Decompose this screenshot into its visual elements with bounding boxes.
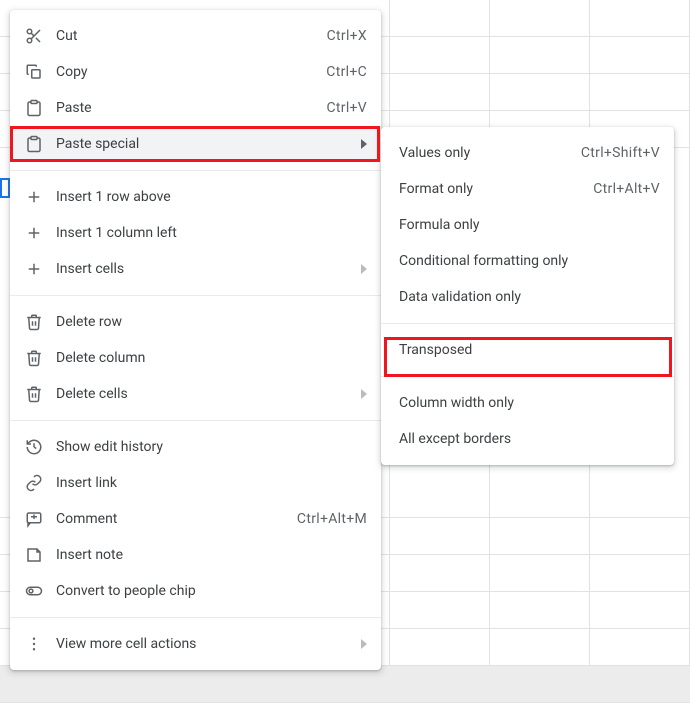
menu-label: Delete row	[56, 314, 367, 330]
history-icon	[24, 437, 44, 457]
submenu-arrow-icon	[361, 139, 367, 149]
menu-label: Insert 1 row above	[56, 189, 367, 205]
menu-label: Insert note	[56, 547, 367, 563]
menu-shortcut: Ctrl+V	[327, 100, 368, 116]
copy-icon	[24, 62, 44, 82]
menu-label: Paste	[56, 100, 327, 116]
menu-label: Insert link	[56, 475, 367, 491]
submenu-item-data-val-only[interactable]: Data validation only	[381, 279, 674, 315]
menu-item-insert-note[interactable]: Insert note	[10, 537, 381, 573]
menu-label: View more cell actions	[56, 636, 361, 652]
submenu-arrow-icon	[361, 639, 367, 649]
submenu-arrow-icon	[361, 264, 367, 274]
submenu-item-values-only[interactable]: Values only Ctrl+Shift+V	[381, 135, 674, 171]
submenu-item-all-except-borders[interactable]: All except borders	[381, 421, 674, 457]
submenu-label: Data validation only	[399, 289, 660, 305]
plus-icon	[24, 259, 44, 279]
menu-item-copy[interactable]: Copy Ctrl+C	[10, 54, 381, 90]
menu-label: Show edit history	[56, 439, 367, 455]
submenu-label: Conditional formatting only	[399, 253, 660, 269]
submenu-label: Format only	[399, 181, 593, 197]
submenu-label: Column width only	[399, 395, 660, 411]
submenu-item-transposed[interactable]: Transposed	[381, 332, 674, 368]
menu-shortcut: Ctrl+C	[326, 64, 367, 80]
menu-divider	[10, 617, 381, 618]
menu-label: Comment	[56, 511, 297, 527]
submenu-label: Transposed	[399, 342, 660, 358]
comment-icon	[24, 509, 44, 529]
menu-item-insert-link[interactable]: Insert link	[10, 465, 381, 501]
submenu-shortcut: Ctrl+Alt+V	[593, 181, 660, 197]
link-icon	[24, 473, 44, 493]
menu-label: Delete cells	[56, 386, 361, 402]
menu-item-paste[interactable]: Paste Ctrl+V	[10, 90, 381, 126]
clipboard-icon	[24, 134, 44, 154]
trash-icon	[24, 348, 44, 368]
note-icon	[24, 545, 44, 565]
submenu-item-formula-only[interactable]: Formula only	[381, 207, 674, 243]
menu-item-insert-row-above[interactable]: Insert 1 row above	[10, 179, 381, 215]
menu-label: Copy	[56, 64, 326, 80]
menu-label: Delete column	[56, 350, 367, 366]
trash-icon	[24, 384, 44, 404]
submenu-item-cond-fmt-only[interactable]: Conditional formatting only	[381, 243, 674, 279]
menu-divider	[381, 323, 674, 324]
scissors-icon	[24, 26, 44, 46]
submenu-label: Values only	[399, 145, 581, 161]
menu-label: Insert 1 column left	[56, 225, 367, 241]
menu-label: Insert cells	[56, 261, 361, 277]
menu-divider	[10, 420, 381, 421]
clipboard-icon	[24, 98, 44, 118]
submenu-arrow-icon	[361, 389, 367, 399]
paste-special-submenu: Values only Ctrl+Shift+V Format only Ctr…	[381, 127, 674, 465]
plus-icon	[24, 223, 44, 243]
menu-item-cut[interactable]: Cut Ctrl+X	[10, 18, 381, 54]
menu-item-people-chip[interactable]: Convert to people chip	[10, 573, 381, 609]
person-chip-icon	[24, 581, 44, 601]
submenu-shortcut: Ctrl+Shift+V	[581, 145, 660, 161]
menu-divider	[10, 170, 381, 171]
more-vertical-icon	[24, 634, 44, 654]
menu-item-insert-cells[interactable]: Insert cells	[10, 251, 381, 287]
context-menu: Cut Ctrl+X Copy Ctrl+C Paste Ctrl+V Past…	[10, 10, 381, 670]
menu-label: Paste special	[56, 136, 361, 152]
menu-item-delete-cells[interactable]: Delete cells	[10, 376, 381, 412]
menu-divider	[10, 295, 381, 296]
plus-icon	[24, 187, 44, 207]
menu-item-view-more[interactable]: View more cell actions	[10, 626, 381, 662]
menu-item-show-edit-history[interactable]: Show edit history	[10, 429, 381, 465]
menu-item-paste-special[interactable]: Paste special	[10, 126, 381, 162]
menu-divider	[381, 376, 674, 377]
menu-shortcut: Ctrl+Alt+M	[297, 511, 367, 527]
submenu-item-format-only[interactable]: Format only Ctrl+Alt+V	[381, 171, 674, 207]
menu-item-comment[interactable]: Comment Ctrl+Alt+M	[10, 501, 381, 537]
menu-label: Convert to people chip	[56, 583, 367, 599]
menu-item-insert-col-left[interactable]: Insert 1 column left	[10, 215, 381, 251]
menu-shortcut: Ctrl+X	[327, 28, 367, 44]
trash-icon	[24, 312, 44, 332]
menu-item-delete-column[interactable]: Delete column	[10, 340, 381, 376]
submenu-item-col-width-only[interactable]: Column width only	[381, 385, 674, 421]
selected-cell-indicator	[0, 178, 10, 198]
menu-item-delete-row[interactable]: Delete row	[10, 304, 381, 340]
submenu-label: Formula only	[399, 217, 660, 233]
submenu-label: All except borders	[399, 431, 660, 447]
menu-label: Cut	[56, 28, 327, 44]
